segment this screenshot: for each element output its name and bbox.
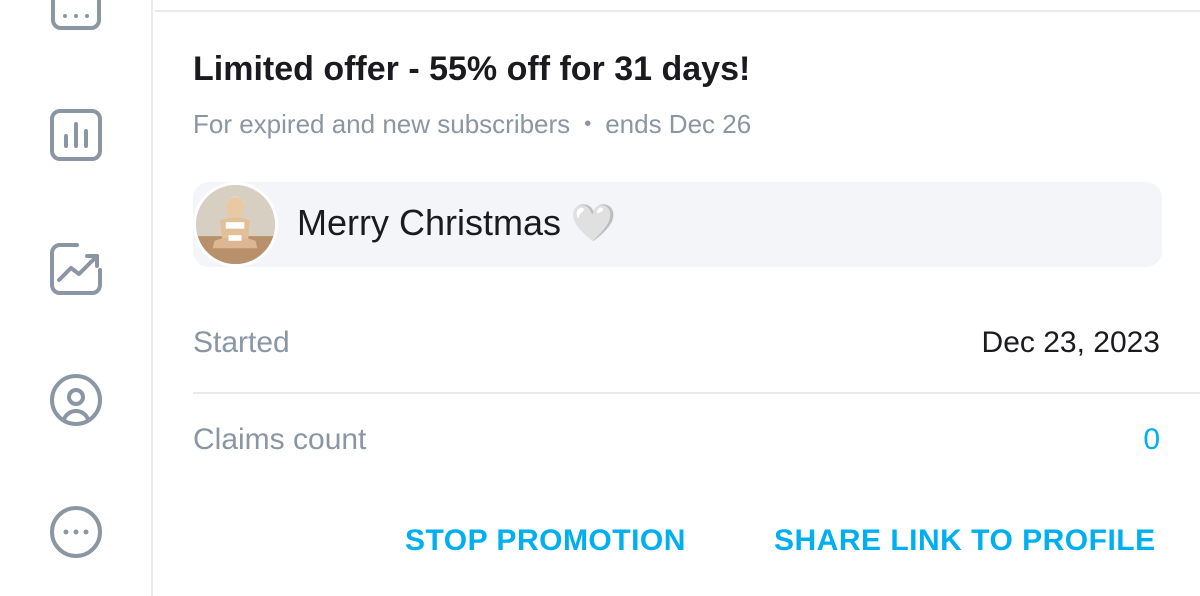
started-value: Dec 23, 2023 xyxy=(981,326,1160,359)
share-link-button[interactable]: SHARE LINK TO PROFILE xyxy=(774,524,1156,558)
message-text: Merry Christmas 🤍 xyxy=(297,202,616,244)
avatar[interactable] xyxy=(193,182,278,267)
row-divider xyxy=(193,392,1200,394)
heart-emoji: 🤍 xyxy=(571,202,616,243)
claims-count-value[interactable]: 0 xyxy=(1143,423,1160,457)
bar-chart-icon[interactable] xyxy=(45,104,107,166)
more-horizontal-icon[interactable] xyxy=(45,501,107,563)
calendar-icon[interactable] xyxy=(45,0,107,36)
stop-promotion-button[interactable]: STOP PROMOTION xyxy=(405,524,686,558)
claims-count-label: Claims count xyxy=(193,423,367,456)
promotion-message: Merry Christmas 🤍 xyxy=(193,182,1162,267)
started-label: Started xyxy=(193,326,290,359)
trending-chart-icon[interactable] xyxy=(45,238,107,300)
sidebar xyxy=(0,0,153,596)
audience-text: For expired and new subscribers xyxy=(193,109,571,139)
promotion-title: Limited offer - 55% off for 31 days! xyxy=(193,50,751,88)
promotion-subtitle: For expired and new subscribers • ends Dec… xyxy=(193,109,751,140)
separator-dot: • xyxy=(584,113,592,135)
promotion-card: Limited offer - 55% off for 31 days! For… xyxy=(155,0,1200,596)
divider xyxy=(155,10,1200,12)
profile-circle-icon[interactable] xyxy=(45,369,107,431)
end-date-text: ends Dec 26 xyxy=(605,109,752,139)
message-label: Merry Christmas xyxy=(297,202,562,243)
